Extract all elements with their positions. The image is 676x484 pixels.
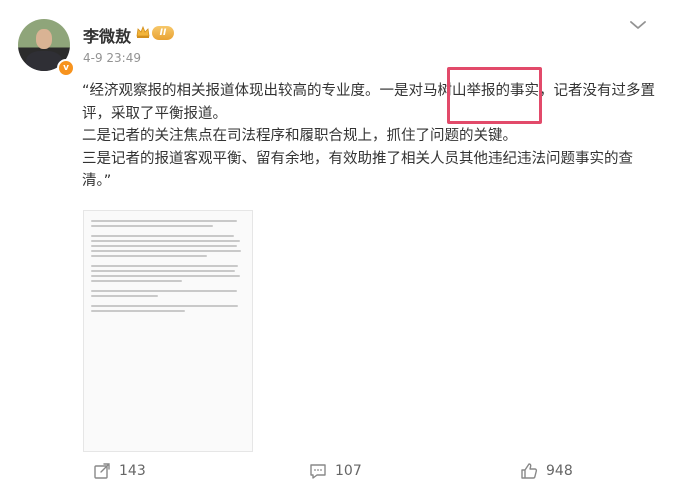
crown-icon [136, 25, 150, 38]
share-count: 143 [119, 463, 146, 479]
author-name[interactable]: 李微敖 [83, 23, 131, 47]
content-paragraph-2: 二是记者的关注焦点在司法程序和履职合规上，抓住了问题的关键。 [82, 128, 517, 144]
doc-paragraph [91, 235, 243, 257]
content-paragraph-1: “经济观察报的相关报道体现出较高的专业度。一是对马树山举报的事实，记者没有过多置… [82, 83, 656, 122]
highlight-annotation-box [447, 67, 542, 124]
doc-paragraph [91, 220, 243, 227]
chevron-down-icon[interactable] [628, 18, 648, 32]
like-button[interactable]: 948 [520, 462, 573, 480]
attached-document-image[interactable] [83, 210, 253, 452]
post-content: “经济观察报的相关报道体现出较高的专业度。一是对马树山举报的事实，记者没有过多置… [82, 80, 662, 193]
post-timestamp[interactable]: 4-9 23:49 [83, 51, 141, 65]
document-preview [91, 217, 243, 320]
comment-icon [310, 464, 326, 479]
doc-paragraph [91, 290, 243, 297]
share-icon [94, 463, 110, 479]
thumbs-up-icon [521, 463, 538, 479]
share-button[interactable]: 143 [93, 462, 146, 480]
content-paragraph-3: 三是记者的报道客观平衡、留有余地，有效助推了相关人员其他违纪违法问题事实的查清。… [82, 150, 633, 190]
doc-paragraph [91, 265, 243, 282]
comment-button[interactable]: 107 [309, 462, 362, 480]
comment-count: 107 [335, 463, 362, 479]
verified-badge-icon: v [57, 59, 75, 77]
doc-paragraph [91, 305, 243, 312]
weibo-post: v 李微敖 II 4-9 23:49 “经济观察报的相关报道体现出较高的专业度。… [0, 0, 676, 484]
avatar-face [36, 29, 52, 49]
member-level-badge[interactable]: II [152, 26, 174, 40]
like-count: 948 [546, 463, 573, 479]
